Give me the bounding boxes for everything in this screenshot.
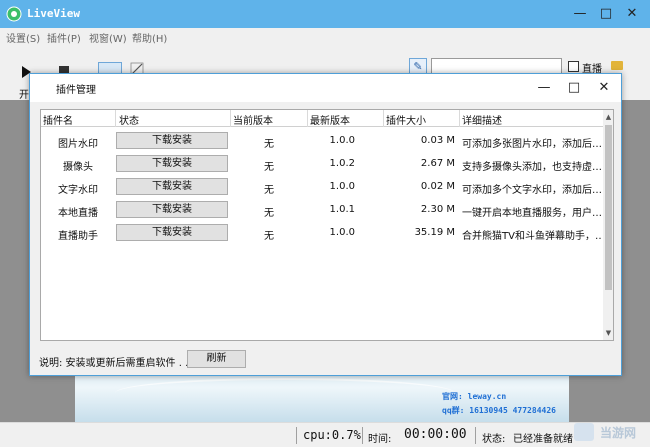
title-bar: LiveView — □ ✕ — [0, 0, 650, 28]
menu-plugins[interactable]: 插件(P) — [47, 30, 81, 45]
status-value: 已经准备就绪 — [513, 434, 573, 445]
vertical-scrollbar[interactable]: ▲ ▼ — [603, 110, 613, 340]
column-header-latest-version[interactable]: 最新版本 — [310, 112, 350, 127]
plugin-size: 2.67 M — [420, 158, 455, 169]
install-button[interactable]: 下载安装 — [116, 155, 228, 172]
latest-version: 1.0.0 — [329, 181, 355, 192]
column-header-description[interactable]: 详细描述 — [462, 112, 502, 127]
table-row[interactable]: 摄像头 下载安装 无 1.0.2 2.67 M 支持多摄像头添加，也支持虚… — [41, 153, 603, 176]
table-row[interactable]: 本地直播 下载安装 无 1.0.1 2.30 M 一键开启本地直播服务，用户… — [41, 199, 603, 222]
menu-bar: 设置(S) 插件(P) 视窗(W) 帮助(H) — [0, 28, 650, 46]
table-row[interactable]: 文字水印 下载安装 无 1.0.0 0.02 M 可添加多个文字水印，添加后… — [41, 176, 603, 199]
dialog-title-bar: 插件管理 — □ ✕ — [30, 74, 621, 102]
plugin-manager-dialog: 插件管理 — □ ✕ 插件名 状态 当前版本 最新版本 插件大小 详细描述 图片… — [29, 73, 622, 376]
qq-group-text: qq群: 16130945 477284426 — [442, 406, 556, 415]
status-label: 状态: — [482, 434, 506, 445]
maximize-button[interactable]: □ — [596, 4, 616, 24]
close-button[interactable]: ✕ — [622, 4, 642, 24]
dialog-maximize-button[interactable]: □ — [564, 78, 584, 98]
restart-note: 说明: 安装或更新后需重启软件 . . . — [39, 358, 195, 369]
column-header-current-version[interactable]: 当前版本 — [233, 112, 273, 127]
app-logo-icon — [6, 6, 22, 22]
time-label: 时间: — [368, 434, 392, 445]
scroll-down-icon[interactable]: ▼ — [603, 328, 613, 338]
latest-version: 1.0.1 — [329, 204, 355, 215]
watermark-text: 当游网 — [600, 426, 637, 440]
install-button[interactable]: 下载安装 — [116, 178, 228, 195]
column-header-name[interactable]: 插件名 — [43, 112, 73, 127]
app-title: LiveView — [27, 7, 80, 20]
scrollbar-thumb[interactable] — [605, 125, 612, 290]
plugin-name: 本地直播 — [58, 208, 98, 219]
latest-version: 1.0.0 — [329, 227, 355, 238]
scroll-up-icon[interactable]: ▲ — [603, 112, 613, 122]
install-button[interactable]: 下载安装 — [116, 132, 228, 149]
plugin-name: 摄像头 — [63, 162, 93, 173]
status-bar: cpu:0.7% 时间: 00:00:00 状态: 已经准备就绪 — [0, 422, 650, 447]
table-row[interactable]: 图片水印 下载安装 无 1.0.0 0.03 M 可添加多张图片水印，添加后… — [41, 130, 603, 153]
folder-icon[interactable] — [611, 61, 623, 70]
menu-help[interactable]: 帮助(H) — [132, 30, 167, 45]
minimize-button[interactable]: — — [570, 4, 590, 24]
plugin-description: 可添加多个文字水印，添加后… — [462, 185, 601, 196]
latest-version: 1.0.2 — [329, 158, 355, 169]
dialog-close-button[interactable]: ✕ — [594, 78, 614, 98]
column-header-status[interactable]: 状态 — [119, 112, 139, 127]
plugin-name: 直播助手 — [58, 231, 98, 242]
table-row[interactable]: 直播助手 下载安装 无 1.0.0 35.19 M 合并熊猫TV和斗鱼弹幕助手，… — [41, 222, 603, 245]
plugin-description: 可添加多张图片水印，添加后… — [462, 139, 601, 150]
plugin-size: 35.19 M — [414, 227, 455, 238]
refresh-button[interactable]: 刷新 — [187, 350, 246, 368]
current-version: 无 — [264, 208, 274, 219]
live-checkbox[interactable] — [568, 61, 579, 72]
current-version: 无 — [264, 162, 274, 173]
plugin-description: 一键开启本地直播服务，用户… — [462, 208, 601, 219]
cpu-usage: cpu:0.7% — [303, 428, 361, 442]
menu-settings[interactable]: 设置(S) — [6, 30, 40, 45]
plugin-size: 2.30 M — [420, 204, 455, 215]
dialog-title: 插件管理 — [56, 85, 96, 96]
plugin-description: 合并熊猫TV和斗鱼弹幕助手，… — [462, 231, 601, 242]
plugin-name: 图片水印 — [58, 139, 98, 150]
plugin-size: 0.02 M — [420, 181, 455, 192]
plugin-size: 0.03 M — [420, 135, 455, 146]
plugin-name: 文字水印 — [58, 185, 98, 196]
plugin-description: 支持多摄像头添加，也支持虚… — [462, 162, 601, 173]
install-button[interactable]: 下载安装 — [116, 201, 228, 218]
stream-url-input[interactable] — [431, 58, 562, 74]
current-version: 无 — [264, 139, 274, 150]
current-version: 无 — [264, 185, 274, 196]
time-value: 00:00:00 — [404, 427, 467, 442]
menu-window[interactable]: 视窗(W) — [89, 30, 127, 45]
plugin-table: 插件名 状态 当前版本 最新版本 插件大小 详细描述 图片水印 下载安装 无 1… — [40, 109, 614, 341]
table-header: 插件名 状态 当前版本 最新版本 插件大小 详细描述 — [41, 110, 603, 127]
current-version: 无 — [264, 231, 274, 242]
column-header-size[interactable]: 插件大小 — [386, 112, 426, 127]
start-label[interactable]: 开 — [19, 86, 29, 101]
dialog-minimize-button[interactable]: — — [534, 78, 554, 98]
website-text: 官网: leway.cn — [442, 392, 507, 401]
install-button[interactable]: 下载安装 — [116, 224, 228, 241]
latest-version: 1.0.0 — [329, 135, 355, 146]
